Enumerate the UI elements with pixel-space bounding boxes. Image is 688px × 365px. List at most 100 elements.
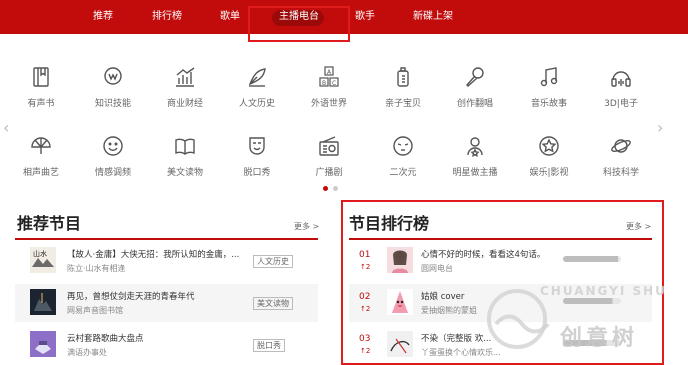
baby-bottle-icon	[397, 67, 409, 87]
recommend-divider	[15, 238, 318, 240]
mask-icon	[249, 137, 265, 155]
category-knowledge[interactable]: 知识技能	[80, 66, 146, 109]
nav-item-playlists[interactable]: 歌单	[220, 0, 240, 34]
category-label: 情感调频	[94, 168, 131, 178]
recommend-row[interactable]: 山水 【故人·金庸】大侠无招：我所认知的金庸，... 陈立·山水有相逢 人文历史	[15, 242, 318, 280]
recommend-row[interactable]: 再见，曾想仗剑走天涯的青春年代 网易声音图书馆 美文读物	[15, 284, 318, 322]
nav-item-new-albums[interactable]: 新碟上架	[413, 0, 453, 34]
microphone-icon	[466, 67, 484, 87]
program-title[interactable]: 不染（完整版 欢...	[421, 332, 561, 344]
star-person-icon	[467, 137, 483, 157]
planet-icon	[611, 139, 631, 153]
category-label: 知识技能	[94, 99, 131, 109]
carousel-next-arrow[interactable]: ›	[657, 118, 663, 137]
program-author[interactable]: 满语办事处	[67, 347, 247, 358]
rank-number: 03	[359, 334, 371, 344]
category-foreign-language[interactable]: ABC 外语世界	[296, 66, 362, 109]
category-celebrity-host[interactable]: 明星做主播	[442, 135, 508, 178]
top-nav-bar: 推荐 排行榜 歌单 主播电台 歌手 新碟上架	[0, 0, 688, 34]
nav-item-recommend[interactable]: 推荐	[93, 0, 113, 34]
category-radio-drama[interactable]: 广播剧	[296, 135, 362, 178]
category-covers[interactable]: 创作翻唱	[442, 66, 508, 109]
smiley-icon	[103, 136, 123, 156]
category-science[interactable]: 科技科学	[588, 135, 654, 178]
category-label: 音乐故事	[530, 99, 567, 109]
rank-number: 01	[359, 250, 371, 260]
program-title[interactable]: 心情不好的时候，看看这4句话。	[421, 248, 561, 260]
category-tag[interactable]: 脱口秀	[253, 339, 285, 352]
ranking-row[interactable]: 01 ↑2 心情不好的时候，看看这4句话。 圆网电台	[349, 242, 652, 280]
popularity-bar	[563, 256, 621, 262]
anime-face-icon	[393, 136, 413, 156]
category-label: 创作翻唱	[456, 99, 493, 109]
category-entertainment[interactable]: 娱乐|影视	[516, 135, 582, 178]
program-title[interactable]: 云村套路歌曲大盘点	[67, 332, 257, 344]
category-talk-show[interactable]: 脱口秀	[224, 135, 290, 178]
program-cover: 山水	[30, 247, 56, 273]
program-cover	[387, 331, 413, 357]
star-badge-icon	[539, 136, 559, 156]
category-label: 人文历史	[238, 99, 275, 109]
open-book-icon	[175, 138, 195, 155]
category-label: 相声曲艺	[22, 168, 59, 178]
category-emotion[interactable]: 情感调频	[80, 135, 146, 178]
category-essays[interactable]: 美文读物	[152, 135, 218, 178]
category-tag[interactable]: 美文读物	[253, 297, 293, 310]
recommend-section-title: 推荐节目	[17, 214, 82, 233]
program-author[interactable]: 丫蛋蛋换个心情欢乐...	[421, 347, 541, 358]
category-tag[interactable]: 人文历史	[253, 255, 293, 268]
category-crosstalk[interactable]: 相声曲艺	[8, 135, 74, 178]
program-title[interactable]: 再见，曾想仗剑走天涯的青春年代	[67, 290, 257, 302]
category-label: 商业财经	[166, 99, 203, 109]
carousel-dot-active[interactable]	[323, 186, 328, 191]
chart-icon	[176, 67, 195, 87]
nav-item-artists[interactable]: 歌手	[355, 0, 375, 34]
program-cover	[387, 289, 413, 315]
nav-item-dj-radio[interactable]: 主播电台	[279, 0, 319, 34]
category-label: 二次元	[389, 168, 417, 178]
svg-text:C: C	[332, 80, 336, 87]
category-anime[interactable]: 二次元	[370, 135, 436, 178]
svg-text:B: B	[322, 80, 326, 87]
category-kids[interactable]: 亲子宝贝	[370, 66, 436, 109]
rank-change: ↑2	[360, 305, 371, 313]
category-history[interactable]: 人文历史	[224, 66, 290, 109]
carousel-dot[interactable]	[333, 186, 338, 191]
category-music-stories[interactable]: 音乐故事	[516, 66, 582, 109]
recommend-more-link[interactable]: 更多 >	[294, 221, 319, 232]
svg-text:山水: 山水	[33, 249, 47, 258]
category-label: 外语世界	[310, 99, 347, 109]
program-title[interactable]: 【故人·金庸】大侠无招：我所认知的金庸，...	[67, 248, 257, 260]
ranking-row[interactable]: 02 ↑2 姑娘 cover 爱抽烟熊的蒙姐	[349, 284, 652, 322]
category-label: 广播剧	[315, 168, 343, 178]
fan-icon	[31, 137, 51, 154]
program-author[interactable]: 陈立·山水有相逢	[67, 263, 247, 274]
quill-icon	[248, 68, 266, 87]
program-author[interactable]: 圆网电台	[421, 263, 541, 274]
ranking-row[interactable]: 03 ↑2 不染（完整版 欢... 丫蛋蛋换个心情欢乐...	[349, 326, 652, 364]
ranking-divider	[349, 238, 652, 240]
category-business[interactable]: 商业财经	[152, 66, 218, 109]
ranking-more-link[interactable]: 更多 >	[626, 221, 651, 232]
nav-item-charts[interactable]: 排行榜	[152, 0, 182, 34]
program-author[interactable]: 网易声音图书馆	[67, 305, 247, 316]
music-note-icon	[540, 67, 558, 87]
recommend-row[interactable]: 云村套路歌曲大盘点 满语办事处 脱口秀	[15, 326, 318, 364]
category-label: 美文读物	[166, 168, 203, 178]
category-electronic[interactable]: 3D|电子	[588, 66, 654, 109]
program-cover	[387, 247, 413, 273]
radio-icon	[319, 136, 339, 156]
category-label: 娱乐|影视	[529, 168, 569, 178]
program-cover	[30, 289, 56, 315]
program-title[interactable]: 姑娘 cover	[421, 290, 561, 302]
popularity-bar	[563, 340, 621, 346]
category-label: 亲子宝贝	[384, 99, 421, 109]
book-icon	[33, 67, 49, 87]
rank-change: ↑2	[360, 347, 371, 355]
program-author[interactable]: 爱抽烟熊的蒙姐	[421, 305, 541, 316]
rank-change: ↑2	[360, 263, 371, 271]
headphones-icon	[611, 71, 631, 87]
category-audiobook[interactable]: 有声书	[8, 66, 74, 109]
carousel-prev-arrow[interactable]: ‹	[3, 118, 9, 137]
ranking-section-title: 节目排行榜	[349, 214, 430, 233]
